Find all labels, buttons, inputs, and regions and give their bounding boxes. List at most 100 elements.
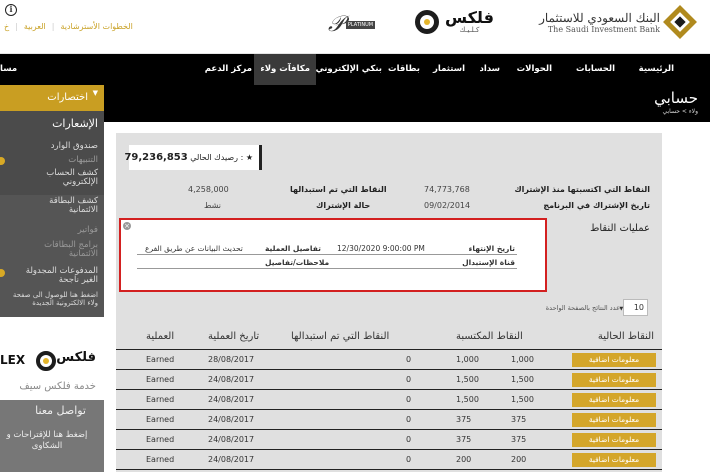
alerts-dot-icon [0,157,5,165]
cell-op: Earned [146,455,175,464]
sidebar-item-inbox[interactable]: صندوق الوارد [51,141,98,151]
more-info-button[interactable]: معلومات اضافية [572,433,656,447]
flex-logo-text: فلكس [445,8,494,27]
subscription-date-label: تاريخ الإشتراك في البرنامج [543,201,650,210]
loyalty-portal-link[interactable]: اضغط هنا للوصول الى صفحة ولاء الالكتروني… [0,291,98,307]
cell-op: Earned [146,355,175,364]
nav-home[interactable]: الرئيسية [639,54,674,85]
sidebar-item-credit-programs[interactable]: برامج البطاقات الائتمانية [18,241,98,259]
nav-accounts[interactable]: الحسابات [576,54,615,85]
language-link-partial[interactable]: خ [4,22,9,31]
star-icon: ★ [245,153,253,162]
col-operation-date: تاريخ العملية [208,331,260,342]
close-icon[interactable]: × [123,222,131,230]
more-info-button[interactable]: معلومات اضافية [572,353,656,367]
flex-safe-logo-ar: فلكس [56,350,96,365]
more-info-button[interactable]: معلومات اضافية [572,393,656,407]
cell-date: 24/08/2017 [208,435,255,444]
page-size-value: 10 [633,303,644,312]
flex-safe-logo-icon [36,351,56,371]
cell-earned: 375 [456,435,472,444]
cell-current: 1,000 [511,355,534,364]
page-size-select[interactable]: ▼ 10 [619,299,648,316]
flex-safe-service[interactable]: خدمة فلكس سيف [19,381,96,392]
divider: | [15,22,18,31]
flex-logo-sub: كـلـيـك [459,26,480,34]
col-redeemed-points: النقاط التي تم استبدالها [291,331,390,342]
bank-logo[interactable]: البنك السعودي للاستثمار The Saudi Invest… [539,5,697,39]
chevron-down-icon: ▼ [619,306,624,312]
redeemed-label: النقاط التي تم استبدالها [290,185,387,194]
sidebar-item-bills[interactable]: فواتير [78,225,98,235]
operation-details-popup: × تاريخ الإنتهاء 12/30/2020 9:00:00 PM ت… [119,218,547,292]
nav-investment[interactable]: استثمار [433,54,465,85]
earned-since-label: النقاط التي اكتسبتها منذ الإشتراك [514,185,650,194]
shortcuts-dropdown[interactable]: ▼ اختصارات [0,85,104,111]
sidebar: ▼ اختصارات الإشعارات صندوق الوارد التنبي… [0,85,104,472]
cell-redeemed: 0 [406,455,412,464]
breadcrumb: ولاء > حسابي [662,108,698,115]
bank-name-en: The Saudi Investment Bank [547,24,660,34]
flex-safe-logo-en: LEX [0,353,26,367]
flex-click-logo: فلكس كـلـيـك [415,10,494,34]
flex-safe-logo[interactable]: LEX فلكس [0,347,104,377]
col-operation: العملية [146,331,175,342]
balance-box: 79,236,853 رصيدك الحالي : ★ [124,145,262,170]
sidebar-item-card-statement[interactable]: كشف البطاقة الائتمانية [18,197,98,215]
notifications-panel: الإشعارات صندوق الوارد التنبيهات كشف الح… [0,111,104,195]
contact-us-description: إضغط هنا للإقتراحات و الشكاوى [6,430,88,451]
nav-support[interactable]: مركز الدعم [205,54,252,85]
nav-e-banking[interactable]: بنكي الإلكتروني [316,54,382,85]
cell-redeemed: 0 [406,395,412,404]
cell-current: 375 [511,415,527,424]
cell-redeemed: 0 [406,435,412,444]
sidebar-item-account-statement[interactable]: كشف الحساب الإلكتروني [28,169,98,187]
balance-label: رصيدك الحالي : [190,153,244,162]
notifications-title: الإشعارات [52,117,98,130]
sidebar-links: كشف البطاقة الائتمانية فواتير برامج البط… [0,195,104,317]
dropdown-arrow-icon: ▼ [92,89,98,97]
cell-date: 24/08/2017 [208,415,255,424]
nav-partial[interactable]: مسا [0,54,17,85]
page-size-note: عدد النتائج بالصفحة الواحدة [545,303,620,312]
more-info-button[interactable]: معلومات اضافية [572,413,656,427]
more-info-button[interactable]: معلومات اضافية [572,373,656,387]
cell-op: Earned [146,415,175,424]
nav-transfers[interactable]: الحوالات [517,54,552,85]
sidebar-item-failed-payments[interactable]: المدفوعات المجدولة الغير ناجحة [12,267,98,285]
col-earned-points: النقاط المكتسبة [456,331,523,342]
language-link[interactable]: العربية [24,22,46,31]
subscription-date-value: 09/02/2014 [424,201,471,210]
cell-date: 24/08/2017 [208,395,255,404]
divider: | [51,22,55,31]
contact-us-title: تواصل معنا [35,404,86,417]
details-value: تحديث البيانات عن طريق الفرع [145,244,243,253]
platinum-logo: 𝒫 PLATINUM [328,12,376,37]
nav-loyalty[interactable]: مكافآت ولاء [254,54,316,85]
subscription-status-value: نشط [204,201,221,210]
contact-us-panel[interactable]: تواصل معنا إضغط هنا للإقتراحات و الشكاوى [0,400,104,472]
loyalty-content: 79,236,853 رصيدك الحالي : ★ النقاط التي … [116,133,662,472]
cell-redeemed: 0 [406,375,412,384]
nav-sadad[interactable]: سداد [479,54,500,85]
more-info-button[interactable]: معلومات اضافية [572,453,656,467]
cell-op: Earned [146,435,175,444]
cell-current: 375 [511,435,527,444]
cell-earned: 200 [456,455,472,464]
cell-op: Earned [146,395,175,404]
table-row: معلومات اضافية 375 375 0 24/08/2017 Earned [116,409,662,429]
bank-logo-icon [663,5,697,39]
subscription-status-label: حالة الإشتراك [316,201,371,210]
sidebar-item-alerts[interactable]: التنبيهات [68,155,98,165]
points-operations-title: عمليات النقاط [590,223,650,234]
expiry-value: 12/30/2020 9:00:00 PM [337,244,425,253]
table-row: معلومات اضافية 200 200 0 24/08/2017 Earned [116,449,662,469]
nav-cards[interactable]: بطاقات [388,54,420,85]
table-row: معلومات اضافية 1,500 1,500 0 24/08/2017 Earne… [116,369,662,389]
popup-row: قناة الإستبدال ملاحظات/تفاصيل [137,257,517,269]
cell-earned: 1,500 [456,395,479,404]
balance-text: 79,236,853 رصيدك الحالي : ★ [124,152,253,163]
cell-date: 24/08/2017 [208,455,255,464]
info-icon[interactable]: i [5,4,17,16]
guide-link[interactable]: الخطوات الأسترشادية [60,22,132,31]
